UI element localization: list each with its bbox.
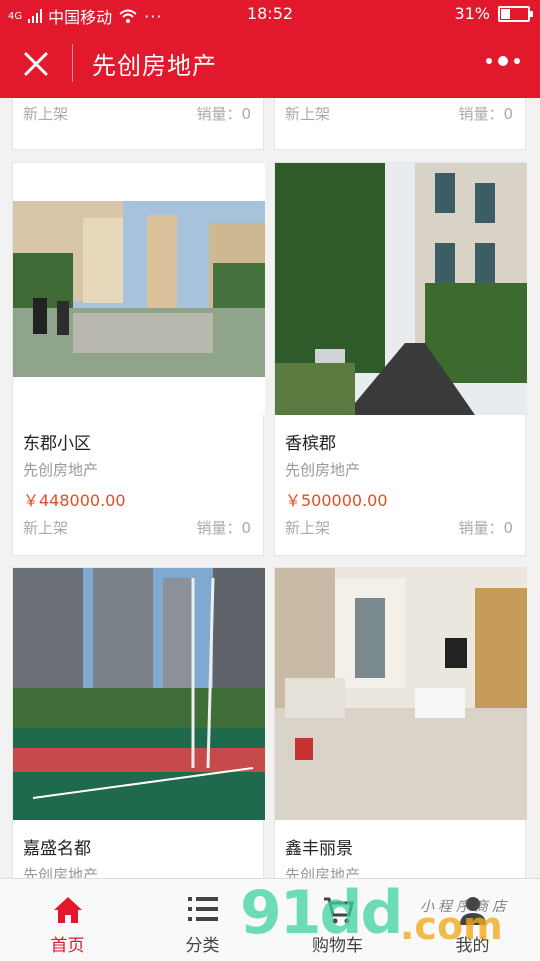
product-image — [13, 568, 265, 820]
cart-icon — [323, 897, 354, 924]
tab-mine[interactable]: 我的 — [405, 879, 540, 961]
product-image — [13, 163, 265, 415]
tab-label: 购物车 — [312, 936, 363, 956]
product-card[interactable]: 东郡小区 先创房地产 ￥448000.00 新上架 销量：0 — [12, 162, 265, 556]
product-sales: 销量：0 — [458, 105, 513, 123]
status-bar: 4G 中国移动 ··· 18:52 31% — [0, 0, 540, 28]
product-shop: 先创房地产 — [285, 461, 361, 479]
product-name: 鑫丰丽景 — [285, 839, 353, 859]
product-card[interactable]: 鑫丰丽景 先创房地产 — [274, 567, 527, 878]
more-button[interactable] — [486, 56, 520, 66]
product-grid: 新上架 销量：0 新上架 销量：0 东郡小区 先创房地产 ￥448000.00 … — [0, 98, 540, 878]
close-icon — [24, 52, 48, 76]
battery-percent: 31% — [454, 4, 490, 23]
tab-home[interactable]: 首页 — [0, 879, 135, 961]
product-tag: 新上架 — [285, 519, 331, 537]
product-name: 东郡小区 — [23, 434, 91, 454]
nav-divider — [72, 44, 73, 82]
tab-label: 分类 — [185, 936, 220, 956]
product-tag: 新上架 — [285, 105, 331, 123]
product-tag: 新上架 — [23, 105, 69, 123]
tab-cart[interactable]: 购物车 — [270, 879, 405, 961]
tab-bar: 首页 分类 购物车 我的 — [0, 878, 540, 961]
product-name: 嘉盛名都 — [23, 839, 91, 859]
more-dot-icon — [514, 58, 520, 64]
tab-label: 首页 — [50, 936, 85, 956]
more-dot-icon — [486, 58, 492, 64]
product-sales: 销量：0 — [196, 519, 251, 537]
product-card[interactable]: 新上架 销量：0 — [274, 98, 526, 150]
close-button[interactable] — [18, 46, 54, 82]
battery-icon — [498, 5, 533, 22]
nav-bar: 先创房地产 — [0, 28, 540, 98]
product-tag: 新上架 — [23, 519, 69, 537]
home-icon — [53, 897, 82, 923]
list-icon — [187, 897, 218, 921]
status-right: 31% — [454, 4, 533, 23]
product-image — [275, 568, 527, 820]
product-shop: 先创房地产 — [23, 866, 99, 878]
product-price: ￥448000.00 — [23, 491, 126, 510]
product-card[interactable]: 嘉盛名都 先创房地产 — [12, 567, 265, 878]
tab-category[interactable]: 分类 — [135, 879, 270, 961]
product-shop: 先创房地产 — [23, 461, 99, 479]
product-image — [275, 163, 527, 415]
tab-label: 我的 — [455, 936, 490, 956]
product-shop: 先创房地产 — [285, 866, 361, 878]
more-dot-icon — [498, 56, 508, 66]
product-sales: 销量：0 — [458, 519, 513, 537]
product-card[interactable]: 新上架 销量：0 — [12, 98, 264, 150]
page-title: 先创房地产 — [92, 52, 217, 80]
product-price: ￥500000.00 — [285, 491, 388, 510]
product-sales: 销量：0 — [196, 105, 251, 123]
product-card[interactable]: 香槟郡 先创房地产 ￥500000.00 新上架 销量：0 — [274, 162, 527, 556]
product-name: 香槟郡 — [285, 434, 336, 454]
battery-fill — [501, 8, 510, 19]
user-icon — [459, 897, 486, 925]
